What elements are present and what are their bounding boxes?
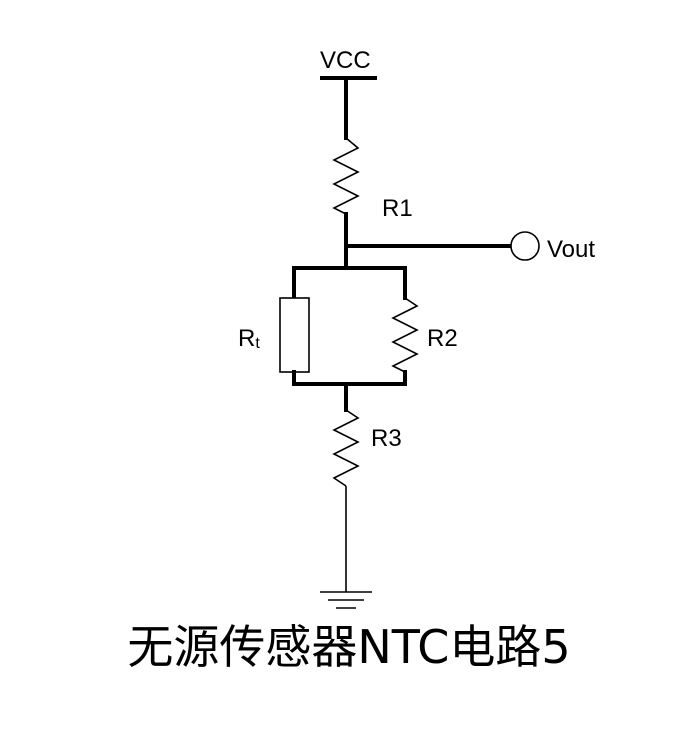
resistor-r3	[332, 409, 360, 487]
diagram-caption: 无源传感器NTC电路5	[127, 620, 571, 674]
r1-label: R1	[382, 195, 413, 222]
r2-label: R2	[427, 325, 458, 352]
resistor-r2	[391, 297, 419, 373]
vcc-label: VCC	[320, 47, 371, 74]
resistor-r1	[332, 137, 360, 215]
r3-label: R3	[371, 425, 402, 452]
vout-label: Vout	[547, 236, 595, 263]
ground-icon	[320, 591, 372, 609]
rt-label: Rt	[238, 325, 260, 352]
thermistor-rt	[279, 297, 310, 373]
vout-terminal	[510, 231, 540, 261]
